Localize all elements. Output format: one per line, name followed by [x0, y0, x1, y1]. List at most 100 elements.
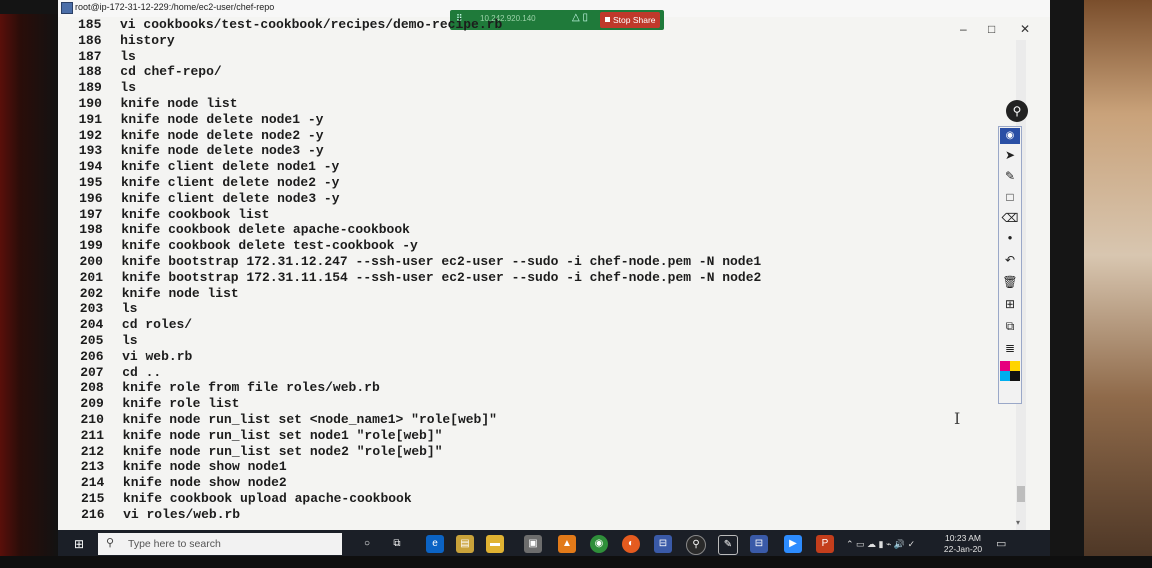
history-line: 210 knife node run_list set <node_name1> … [81, 412, 497, 427]
close-button[interactable]: ✕ [1020, 22, 1030, 36]
history-line: 197 knife cookbook list [79, 207, 269, 222]
search-placeholder: Type here to search [128, 538, 221, 550]
history-line-number: 215 [81, 491, 105, 506]
undo-icon[interactable]: ↶ [1000, 251, 1020, 269]
windows-start-icon[interactable]: ⊞ [74, 537, 88, 551]
notification-icon[interactable]: ▭ [996, 537, 1006, 550]
screen: root@ip-172-31-12-229:/home/ec2-user/che… [58, 0, 1050, 558]
history-line: 205 ls [80, 333, 138, 348]
trash-icon[interactable]: 🗑 [1000, 273, 1020, 291]
history-line: 202 knife node list [80, 286, 239, 301]
rectangle-icon[interactable]: □ [1000, 188, 1020, 206]
chrome-icon[interactable]: ◉ [590, 535, 608, 553]
pointer-icon[interactable]: ➤ [1000, 146, 1020, 164]
history-line: 198 knife cookbook delete apache-cookbook [79, 222, 410, 237]
history-line-number: 206 [80, 348, 104, 364]
history-line-number: 191 [78, 111, 102, 127]
history-command: knife cookbook upload apache-cookbook [123, 491, 412, 506]
history-line-number: 202 [79, 285, 104, 301]
history-command: knife node list [121, 285, 239, 301]
history-line-number: 209 [80, 396, 104, 412]
history-line-number: 195 [79, 175, 103, 190]
history-command: knife node run_list set <node_name1> "ro… [122, 412, 497, 427]
history-line: 189 ls [78, 80, 136, 95]
text-cursor-icon: I [954, 409, 961, 428]
history-line-number: 196 [79, 190, 103, 206]
network-app-icon[interactable]: ⊟ [654, 535, 672, 553]
color-palette [1000, 361, 1020, 401]
history-line: 200 knife bootstrap 172.31.12.247 --ssh-u… [80, 254, 762, 269]
history-line-number: 194 [78, 159, 103, 175]
history-command: ls [120, 48, 136, 64]
history-line: 185 vi cookbooks/test-cookbook/recipes/de… [78, 17, 502, 32]
history-command: knife client delete node1 -y [120, 159, 340, 175]
clear-all-icon[interactable]: ⊞ [1000, 295, 1020, 313]
history-line-number: 193 [78, 143, 103, 159]
history-line: 213 knife node show node1 [81, 459, 287, 474]
history-line: 199 knife cookbook delete test-cookbook -… [79, 238, 417, 253]
remote-desktop-icon[interactable]: ⊟ [750, 535, 768, 553]
windows-taskbar: ⊞ ⚲ Type here to search ○ ⧉ e ▤ ▬ ▣ ▲ ◉ … [58, 530, 1050, 558]
history-line: 214 knife node show node2 [81, 475, 287, 490]
history-line-number: 204 [79, 317, 104, 333]
history-command: knife node show node1 [122, 459, 287, 475]
putty-app-icon [61, 2, 73, 14]
color-swatch[interactable] [1010, 361, 1020, 371]
history-line: 191 knife node delete node1 -y [79, 112, 324, 127]
notes-icon[interactable]: ≣ [1000, 339, 1020, 357]
history-line: 209 knife role list [80, 396, 239, 411]
taskbar-clock[interactable]: 10:23 AM 22-Jan-20 [938, 533, 988, 555]
clock-date: 22-Jan-20 [943, 544, 983, 554]
history-line-number: 216 [81, 506, 105, 522]
app-icon[interactable]: ▣ [524, 535, 542, 553]
scrollbar-thumb[interactable] [1017, 486, 1025, 502]
history-command: knife node delete node1 -y [120, 111, 324, 127]
taskbar-search[interactable]: ⚲ Type here to search [98, 533, 342, 555]
history-line-number: 203 [79, 301, 104, 317]
snip-tool-icon[interactable]: ✎ [718, 535, 738, 555]
color-swatch[interactable] [1000, 371, 1010, 381]
dot-icon[interactable]: ● [1000, 229, 1020, 247]
history-line: 206 vi web.rb [80, 349, 192, 364]
history-line: 196 knife client delete node3 -y [79, 191, 339, 206]
file-explorer-icon[interactable]: ▬ [486, 535, 504, 553]
history-command: knife role from file roles/web.rb [122, 380, 380, 396]
history-command: knife bootstrap 172.31.11.154 --ssh-user… [121, 269, 762, 285]
terminal-output[interactable]: 185 vi cookbooks/test-cookbook/recipes/de… [58, 14, 1018, 532]
history-line: 208 knife role from file roles/web.rb [80, 380, 379, 395]
history-line-number: 198 [79, 222, 103, 238]
color-swatch[interactable] [1000, 361, 1010, 371]
edge-icon[interactable]: e [426, 535, 444, 553]
history-line: 203 ls [80, 301, 138, 316]
history-command: knife node delete node3 -y [120, 143, 324, 159]
cortana-icon[interactable]: ○ [358, 535, 376, 553]
eye-icon[interactable]: ◉ [1000, 128, 1020, 144]
task-view-icon[interactable]: ⧉ [388, 535, 406, 553]
system-tray-icons[interactable]: ⌃ ▭ ☁ ▮ ⌁ 🔊 ✓ [846, 539, 915, 550]
window-title: root@ip-172-31-12-229:/home/ec2-user/che… [75, 2, 275, 12]
map-pin-icon[interactable]: ⚲ [1006, 100, 1028, 122]
history-line: 194 knife client delete node1 -y [79, 159, 339, 174]
history-command: ls [122, 333, 138, 348]
firefox-icon[interactable]: ◐ [622, 535, 640, 553]
history-command: cd roles/ [121, 317, 193, 333]
powerpoint-icon[interactable]: P [816, 535, 834, 553]
pen-icon[interactable]: ✎ [1000, 167, 1020, 185]
history-line-number: 214 [80, 475, 105, 491]
scroll-down-icon[interactable]: ▾ [1016, 518, 1020, 527]
history-line-number: 213 [80, 459, 105, 475]
history-line-number: 201 [79, 269, 103, 285]
vlc-icon[interactable]: ▲ [558, 535, 576, 553]
color-swatch[interactable] [1010, 371, 1020, 381]
screenshot-icon[interactable]: ⧉ [1000, 317, 1020, 335]
history-line-number: 211 [80, 427, 104, 443]
eraser-icon[interactable]: ⌫ [1000, 209, 1020, 227]
history-line-number: 186 [78, 32, 102, 48]
history-line-number: 200 [79, 254, 103, 269]
clock-time: 10:23 AM [945, 533, 981, 543]
zoom-icon[interactable]: ▶ [784, 535, 802, 553]
history-line: 211 knife node run_list set node1 "role[w… [81, 428, 443, 443]
store-icon[interactable]: ▤ [456, 535, 474, 553]
map-pin-task-icon[interactable]: ⚲ [686, 535, 706, 555]
history-line: 188 cd chef-repo/ [78, 64, 221, 79]
